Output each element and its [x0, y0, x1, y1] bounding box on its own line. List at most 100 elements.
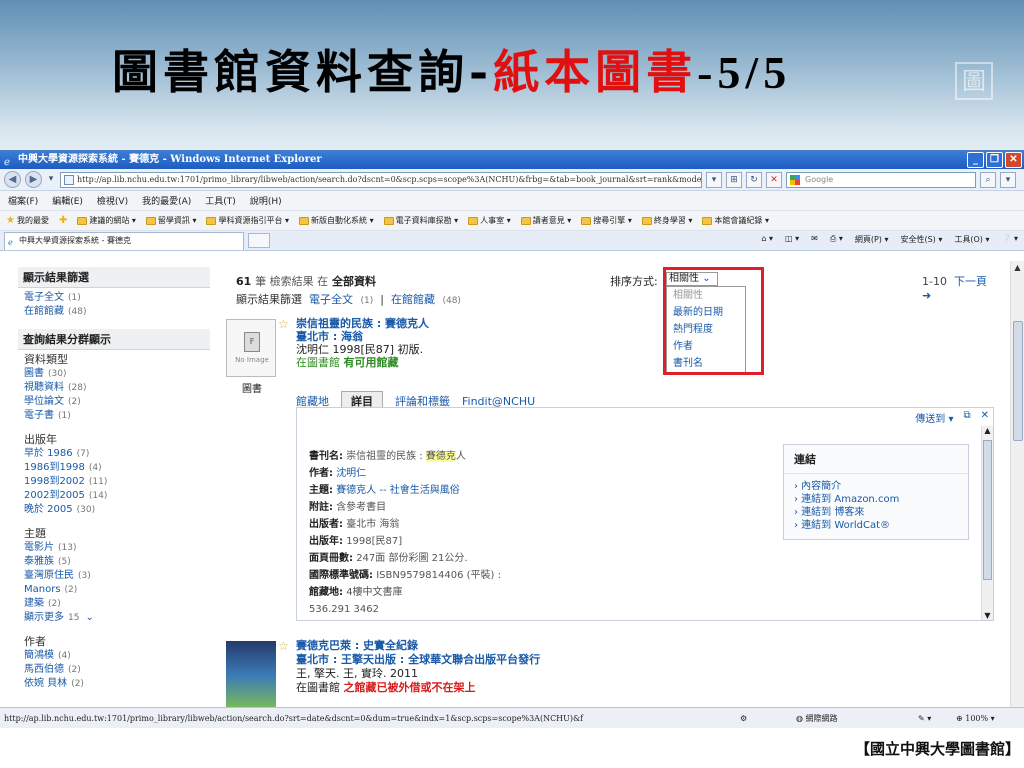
show-more-link[interactable]: 顯示更多 [24, 612, 64, 623]
facet-link[interactable]: 學位論文 [24, 396, 64, 407]
menu-view[interactable]: 檢視(V) [97, 194, 128, 207]
page-menu[interactable]: 網頁(P) ▾ [855, 234, 889, 245]
facet-row[interactable]: 晚於 2005 (30) [18, 503, 210, 517]
facet-row[interactable]: 簡鴻模 (4) [18, 649, 210, 663]
fav-item[interactable]: 建議的網站 ▾ [77, 215, 136, 226]
add-to-basket-star-icon[interactable]: ☆ [278, 639, 289, 653]
link-worldcat[interactable]: › 連結到 WorldCat® [784, 519, 968, 532]
print-icon[interactable]: ⎙ ▾ [830, 234, 843, 245]
search-options-dropdown[interactable]: ▾ [1000, 171, 1016, 188]
facet-link[interactable]: 晚於 2005 [24, 504, 73, 515]
help-icon[interactable]: ❔ ▾ [1001, 234, 1018, 245]
link-amazon[interactable]: › 連結到 Amazon.com [784, 493, 968, 506]
subject-link[interactable]: 賽德克人 -- 社會生活與風俗 [336, 485, 460, 496]
fav-item[interactable]: 本館會議紀錄 ▾ [702, 215, 769, 226]
search-button[interactable]: ⌕ [980, 171, 996, 188]
facet-row[interactable]: 早於 1986 (7) [18, 447, 210, 461]
facet-link[interactable]: 1986到1998 [24, 462, 85, 473]
home-icon[interactable]: ⌂ ▾ [761, 234, 773, 245]
history-dropdown[interactable]: ▾ [46, 172, 56, 188]
facet-link[interactable]: 電子全文 [24, 292, 64, 303]
availability-link[interactable]: 有可用館藏 [344, 356, 399, 369]
facet-row[interactable]: 視聽資料 (28) [18, 381, 210, 395]
details-scroll-thumb[interactable] [983, 440, 992, 580]
menu-tools[interactable]: 工具(T) [205, 194, 236, 207]
facet-link[interactable]: 視聽資料 [24, 382, 64, 393]
fav-item[interactable]: 新版自動化系統 ▾ [299, 215, 374, 226]
menu-edit[interactable]: 編輯(E) [52, 194, 83, 207]
facet-link[interactable]: 泰雅族 [24, 556, 54, 567]
facet-row[interactable]: 在館館藏 (48) [18, 305, 210, 319]
facet-row[interactable]: 1998到2002 (11) [18, 475, 210, 489]
facet-row[interactable]: 泰雅族 (5) [18, 555, 210, 569]
scroll-up-arrow[interactable]: ▲ [1011, 261, 1024, 275]
fav-item[interactable]: 學科資源指引平台 ▾ [206, 215, 289, 226]
facet-link[interactable]: Manors [24, 584, 61, 595]
facet-link[interactable]: 依婉 貝林 [24, 678, 67, 689]
facet-row[interactable]: 電子全文 (1) [18, 291, 210, 305]
fav-item[interactable]: 讀者意見 ▾ [520, 215, 571, 226]
result-title[interactable]: 賽德克巴萊 : 史實全紀錄 [296, 639, 540, 653]
result-title[interactable]: 崇信祖靈的民族 : 賽德克人 [296, 317, 429, 330]
facet-row[interactable]: 學位論文 (2) [18, 395, 210, 409]
facet-link[interactable]: 簡鴻模 [24, 650, 54, 661]
facet-link[interactable]: 電影片 [24, 542, 54, 553]
new-tab-button[interactable] [248, 233, 270, 248]
facet-row[interactable]: 圖書 (30) [18, 367, 210, 381]
facet-link[interactable]: 2002到2005 [24, 490, 85, 501]
book-cover-thumbnail[interactable] [226, 641, 276, 707]
facet-link[interactable]: 電子書 [24, 410, 54, 421]
page-scrollbar[interactable]: ▲ [1010, 261, 1024, 707]
url-input[interactable]: http://ap.lib.nchu.edu.tw:1701/primo_lib… [60, 171, 702, 188]
stop-button[interactable]: ✕ [766, 171, 782, 188]
filter-link-onshelf[interactable]: 在館館藏 [391, 293, 435, 306]
facet-row[interactable]: Manors (2) [18, 583, 210, 597]
add-favorite-icon[interactable]: ✚ [59, 215, 67, 226]
facet-link[interactable]: 在館館藏 [24, 306, 64, 317]
send-to-menu[interactable]: 傳送到 ▾ [915, 410, 953, 425]
fav-item[interactable]: 電子資料庫探勘 ▾ [383, 215, 458, 226]
menu-favorites[interactable]: 我的最愛(A) [142, 194, 191, 207]
details-scrollbar[interactable]: ▲ ▼ [981, 426, 993, 620]
safety-menu[interactable]: 安全性(S) ▾ [900, 234, 942, 245]
minimize-button[interactable]: _ [967, 152, 984, 168]
page-scroll-thumb[interactable] [1013, 321, 1023, 441]
menu-file[interactable]: 檔案(F) [8, 194, 38, 207]
author-link[interactable]: 沈明仁 [336, 468, 366, 479]
facet-link[interactable]: 馬西伯德 [24, 664, 64, 675]
tab-current[interactable]: ℯ 中興大學資源探索系統 - 賽德克 [4, 231, 244, 250]
facet-row[interactable]: 2002到2005 (14) [18, 489, 210, 503]
facet-link[interactable]: 建築 [24, 598, 44, 609]
protected-mode-icon[interactable]: ✎ ▾ [918, 708, 931, 728]
availability-status[interactable]: 之館藏已被外借或不在架上 [344, 681, 476, 694]
link-content-summary[interactable]: › 內容簡介 [784, 480, 968, 493]
refresh-button[interactable]: ↻ [746, 171, 762, 188]
facet-row[interactable]: 馬西伯德 (2) [18, 663, 210, 677]
chevron-down-icon[interactable]: ⌄ [85, 612, 93, 623]
mail-icon[interactable]: ✉ [811, 234, 818, 245]
facet-row[interactable]: 建築 (2) [18, 597, 210, 611]
facet-row[interactable]: 電影片 (13) [18, 541, 210, 555]
security-icon[interactable]: ⚙ [740, 708, 747, 728]
facet-row[interactable]: 電子書 (1) [18, 409, 210, 423]
show-more-row[interactable]: 顯示更多 15 ⌄ [18, 611, 210, 625]
link-books-com-tw[interactable]: › 連結到 博客來 [784, 506, 968, 519]
menu-help[interactable]: 說明(H) [250, 194, 282, 207]
close-icon[interactable]: ✕ [981, 410, 989, 425]
maximize-button[interactable]: ❐ [986, 152, 1003, 168]
url-dropdown-button[interactable]: ▾ [706, 171, 722, 188]
search-input[interactable]: Google [786, 171, 976, 188]
zoom-control[interactable]: ⊕ 100% ▾ [956, 708, 995, 728]
back-button[interactable]: ◀ [4, 171, 21, 188]
add-to-basket-star-icon[interactable]: ☆ [278, 317, 289, 331]
fav-item[interactable]: 留學資訊 ▾ [145, 215, 196, 226]
tools-menu[interactable]: 工具(O) ▾ [954, 234, 989, 245]
compatibility-icon[interactable]: ⊞ [726, 171, 742, 188]
feeds-icon[interactable]: ◫ ▾ [785, 234, 799, 245]
fav-item[interactable]: 終身學習 ▾ [641, 215, 692, 226]
close-window-button[interactable]: ✕ [1005, 152, 1022, 168]
facet-row[interactable]: 臺灣原住民 (3) [18, 569, 210, 583]
facet-link[interactable]: 早於 1986 [24, 448, 73, 459]
no-image-thumbnail[interactable]: F No Image [226, 319, 276, 377]
tab-findit[interactable]: Findit@NCHU [462, 395, 535, 408]
